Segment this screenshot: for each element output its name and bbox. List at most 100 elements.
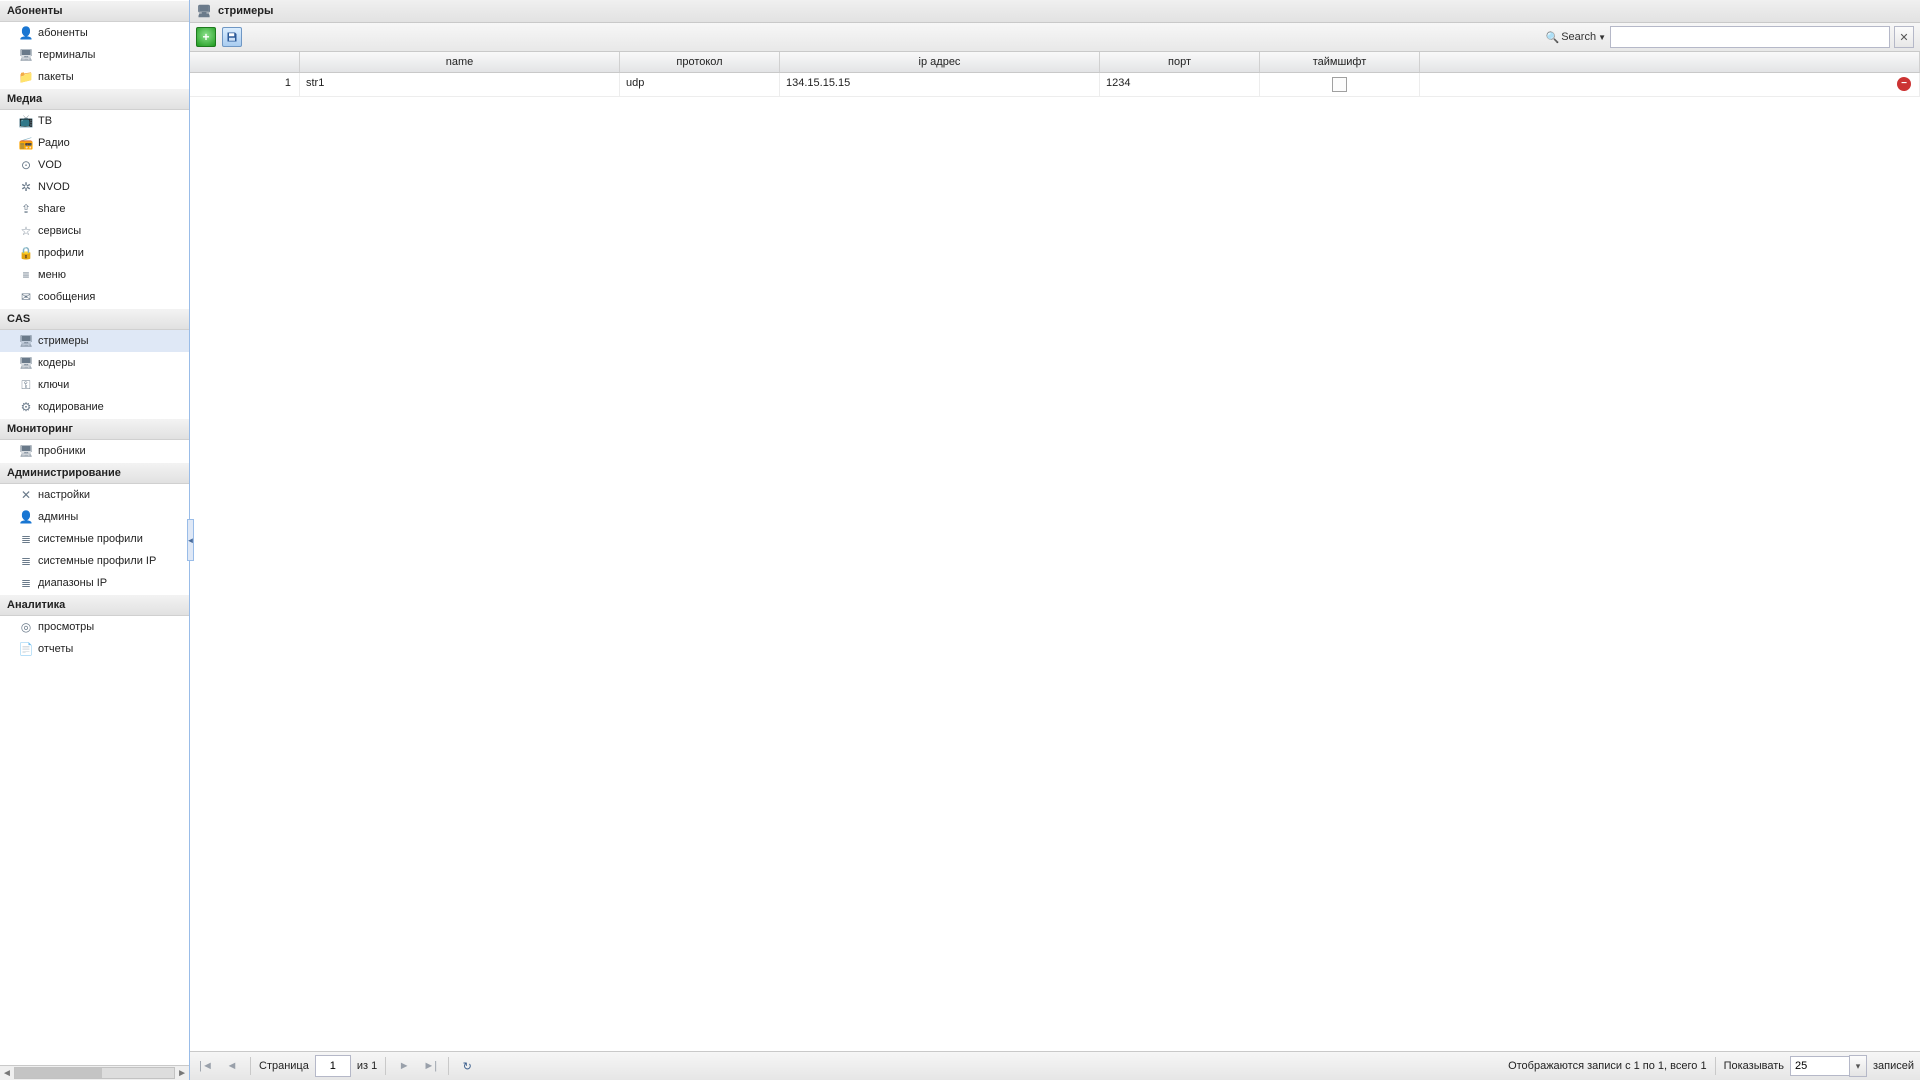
refresh-button[interactable]: ↻ (457, 1056, 477, 1076)
sidebar-item-системные профили IP[interactable]: ≣системные профили IP (0, 550, 189, 572)
col-rownum[interactable] (190, 52, 300, 72)
scroll-left-icon[interactable]: ◄ (2, 1068, 12, 1079)
grid-header: name протокол ip адрес порт таймшифт (190, 52, 1920, 73)
pagesize-label: Показывать (1724, 1060, 1784, 1072)
share-icon: ⇪ (18, 201, 34, 217)
col-port[interactable]: порт (1100, 52, 1260, 72)
sidebar-item-NVOD[interactable]: ✲NVOD (0, 176, 189, 198)
group-header: Аналитика (0, 594, 189, 616)
server-icon: 🖥 (196, 3, 212, 19)
lock-icon: 🔒 (18, 245, 34, 261)
sidebar-item-диапазоны IP[interactable]: ≣ диапазоны IP (0, 572, 189, 594)
panel-title-bar: 🖥 стримеры (190, 0, 1920, 23)
col-timeshift[interactable]: таймшифт (1260, 52, 1420, 72)
group-header: Абоненты (0, 0, 189, 22)
sidebar-scrollbar[interactable]: ◄ ► (0, 1065, 189, 1080)
probe-icon: 🖥 (18, 443, 34, 459)
search-dropdown[interactable]: 🔍 Search ▼ (1546, 31, 1606, 44)
sidebar-item-стримеры[interactable]: 🖥стримеры (0, 330, 189, 352)
sidebar-item-label: системные профили (38, 533, 143, 545)
sidebar-item-label: пробники (38, 445, 86, 457)
page-number-input[interactable] (315, 1055, 351, 1077)
sidebar-item-системные профили[interactable]: ≣ системные профили (0, 528, 189, 550)
display-info: Отображаются записи с 1 по 1, всего 1 (1508, 1060, 1707, 1072)
group-header: Медиа (0, 88, 189, 110)
delete-row-button[interactable] (1897, 77, 1911, 91)
sidebar-item-отчеты[interactable]: 📄 отчеты (0, 638, 189, 660)
sidebar-item-label: ключи (38, 379, 69, 391)
sidebar-item-label: абоненты (38, 27, 88, 39)
scroll-right-icon[interactable]: ► (177, 1068, 187, 1079)
sidebar-item-пакеты[interactable]: 📁 пакеты (0, 66, 189, 88)
terminal-icon: 🖥 (18, 47, 34, 63)
folder-icon: 📁 (18, 69, 34, 85)
menu-icon: ≡ (18, 267, 34, 283)
sidebar-item-Радио[interactable]: 📻Радио (0, 132, 189, 154)
sidebar: Абоненты👤абоненты🖥терминалы📁пакетыМедиа📺… (0, 0, 190, 1080)
reports-icon: 📄 (18, 641, 34, 657)
chevron-down-icon: ▼ (1598, 33, 1606, 42)
sidebar-item-просмотры[interactable]: ◎просмотры (0, 616, 189, 638)
sidebar-item-label: отчеты (38, 643, 73, 655)
sidebar-item-кодеры[interactable]: 🖥 кодеры (0, 352, 189, 374)
sidebar-item-label: share (38, 203, 66, 215)
page-last-button[interactable]: ►| (420, 1056, 440, 1076)
sidebar-item-сообщения[interactable]: ✉сообщения (0, 286, 189, 308)
encoding-icon: ⚙ (18, 399, 34, 415)
group-header: Администрирование (0, 462, 189, 484)
sidebar-item-label: пакеты (38, 71, 74, 83)
page-prev-button[interactable]: ◄ (222, 1056, 242, 1076)
sidebar-item-настройки[interactable]: ✕настройки (0, 484, 189, 506)
sidebar-collapse-handle[interactable]: ◄ (187, 519, 194, 561)
search-input[interactable] (1610, 26, 1890, 48)
timeshift-checkbox[interactable] (1332, 77, 1347, 92)
message-icon: ✉ (18, 289, 34, 305)
page-first-button[interactable]: |◄ (196, 1056, 216, 1076)
sidebar-item-пробники[interactable]: 🖥 пробники (0, 440, 189, 462)
sysprofile-ip-icon: ≣ (18, 553, 34, 569)
iprange-icon: ≣ (18, 575, 34, 591)
sidebar-item-абоненты[interactable]: 👤абоненты (0, 22, 189, 44)
col-protocol[interactable]: протокол (620, 52, 780, 72)
radio-icon: 📻 (18, 135, 34, 151)
sidebar-item-админы[interactable]: 👤админы (0, 506, 189, 528)
server-icon: 🖥 (18, 333, 34, 349)
search-icon: 🔍 (1546, 31, 1560, 44)
sidebar-item-сервисы[interactable]: ☆ сервисы (0, 220, 189, 242)
sysprofile-icon: ≣ (18, 531, 34, 547)
cell-timeshift (1260, 73, 1420, 96)
sidebar-item-label: кодеры (38, 357, 75, 369)
sidebar-item-label: диапазоны IP (38, 577, 107, 589)
save-button[interactable] (222, 27, 242, 47)
sidebar-item-label: кодирование (38, 401, 104, 413)
search-clear-button[interactable]: ✕ (1894, 26, 1914, 48)
sidebar-item-терминалы[interactable]: 🖥 терминалы (0, 44, 189, 66)
add-button[interactable] (196, 27, 216, 47)
col-ip[interactable]: ip адрес (780, 52, 1100, 72)
panel-title: стримеры (218, 5, 273, 17)
sidebar-item-label: меню (38, 269, 66, 281)
toolbar: 🔍 Search ▼ ✕ (190, 23, 1920, 52)
encoder-icon: 🖥 (18, 355, 34, 371)
pagesize-trigger[interactable]: ▾ (1849, 1055, 1867, 1077)
table-row[interactable]: 1str1udp134.15.15.151234 (190, 73, 1920, 97)
records-label: записей (1873, 1060, 1914, 1072)
sidebar-item-share[interactable]: ⇪ share (0, 198, 189, 220)
sidebar-item-профили[interactable]: 🔒профили (0, 242, 189, 264)
sidebar-item-label: сервисы (38, 225, 81, 237)
star-icon: ☆ (18, 223, 34, 239)
sidebar-item-label: NVOD (38, 181, 70, 193)
pagesize-input[interactable] (1790, 1056, 1849, 1076)
sidebar-item-label: терминалы (38, 49, 95, 61)
col-name[interactable]: name (300, 52, 620, 72)
page-of-label: из 1 (357, 1060, 377, 1072)
page-next-button[interactable]: ► (394, 1056, 414, 1076)
sidebar-item-ТВ[interactable]: 📺 ТВ (0, 110, 189, 132)
sidebar-item-VOD[interactable]: ⊙VOD (0, 154, 189, 176)
tv-icon: 📺 (18, 113, 34, 129)
sidebar-item-кодирование[interactable]: ⚙ кодирование (0, 396, 189, 418)
sidebar-item-ключи[interactable]: ⚿ключи (0, 374, 189, 396)
cell-port: 1234 (1100, 73, 1260, 96)
sidebar-item-label: ТВ (38, 115, 52, 127)
sidebar-item-меню[interactable]: ≡ меню (0, 264, 189, 286)
